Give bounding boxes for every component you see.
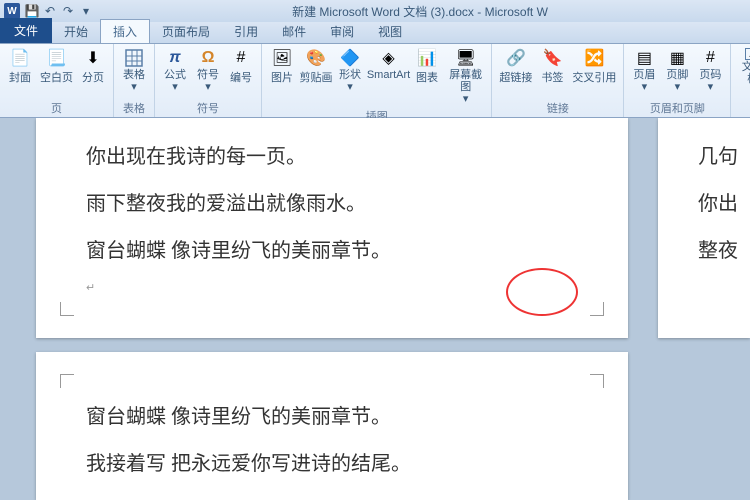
group-pages: 📄封面 📃空白页 ⬇分页 页 (0, 44, 114, 117)
header-icon: ▤ (634, 48, 654, 68)
tab-mailings[interactable]: 邮件 (270, 20, 318, 43)
picture-button[interactable]: 🖼图片 (266, 46, 298, 87)
pagenum-icon: # (700, 48, 720, 68)
tab-insert[interactable]: 插入 (100, 19, 150, 43)
crossref-icon: 🔀 (584, 48, 604, 68)
margin-corner-icon (590, 374, 604, 388)
word-app-icon: W (4, 3, 20, 19)
page-break-icon: ⬇ (83, 48, 103, 68)
doc-text-line[interactable]: 雨下整夜我的爱溢出就像雨水。 (86, 187, 578, 216)
page-break-button[interactable]: ⬇分页 (77, 46, 109, 87)
smartart-icon: ◈ (379, 48, 399, 68)
cover-page-button[interactable]: 📄封面 (4, 46, 36, 87)
hyperlink-button[interactable]: 🔗超链接 (496, 46, 535, 87)
shapes-icon: 🔷 (340, 48, 360, 68)
doc-text-line[interactable]: 窗台蝴蝶 像诗里纷飞的美丽章节。 (86, 234, 578, 263)
clipart-icon: 🎨 (306, 48, 326, 68)
equation-icon: π (165, 48, 185, 68)
group-label-pages: 页 (4, 99, 109, 117)
textbox-icon: A (745, 48, 750, 60)
textbox-button[interactable]: A文本框▾ (735, 46, 750, 99)
screenshot-icon: 🖥 (456, 48, 476, 68)
doc-text-line[interactable]: 我接着写 把永远爱你写进诗的结尾。 (86, 447, 578, 476)
footer-icon: ▦ (667, 48, 687, 68)
group-header-footer: ▤页眉▾ ▦页脚▾ #页码▾ 页眉和页脚 (624, 44, 731, 117)
tab-page-layout[interactable]: 页面布局 (150, 20, 222, 43)
margin-corner-icon (60, 302, 74, 316)
screenshot-button[interactable]: 🖥屏幕截图▾ (444, 46, 487, 107)
redo-icon[interactable]: ↷ (60, 3, 76, 19)
page-1[interactable]: 你出现在我诗的每一页。 雨下整夜我的爱溢出就像雨水。 窗台蝴蝶 像诗里纷飞的美丽… (36, 118, 628, 338)
tab-file[interactable]: 文件 (0, 18, 52, 43)
table-button[interactable]: 表格▾ (118, 46, 150, 95)
window-title: 新建 Microsoft Word 文档 (3).docx - Microsof… (94, 3, 746, 20)
blank-page-icon: 📃 (47, 48, 67, 68)
cover-page-icon: 📄 (10, 48, 30, 68)
chart-button[interactable]: 📊图表 (411, 46, 443, 87)
group-tables: 表格▾ 表格 (114, 44, 155, 117)
doc-text-line[interactable]: 几句 (698, 140, 750, 169)
hyperlink-icon: 🔗 (506, 48, 526, 68)
blank-page-button[interactable]: 📃空白页 (37, 46, 76, 87)
group-label-tables: 表格 (118, 99, 150, 117)
equation-button[interactable]: π公式▾ (159, 46, 191, 95)
header-button[interactable]: ▤页眉▾ (628, 46, 660, 95)
symbol-button[interactable]: Ω符号▾ (192, 46, 224, 95)
symbol-icon: Ω (198, 48, 218, 68)
group-illustrations: 🖼图片 🎨剪贴画 🔷形状▾ ◈SmartArt 📊图表 🖥屏幕截图▾ 插图 (262, 44, 492, 117)
footer-button[interactable]: ▦页脚▾ (661, 46, 693, 95)
group-links: 🔗超链接 🔖书签 🔀交叉引用 链接 (492, 44, 624, 117)
bookmark-icon: 🔖 (542, 48, 562, 68)
paragraph-mark: ↵ (86, 281, 578, 294)
ribbon-tabs: 文件 开始 插入 页面布局 引用 邮件 审阅 视图 (0, 22, 750, 44)
margin-corner-icon (60, 374, 74, 388)
group-label-links: 链接 (496, 99, 619, 117)
number-icon: # (231, 48, 251, 68)
undo-icon[interactable]: ↶ (42, 3, 58, 19)
crossref-button[interactable]: 🔀交叉引用 (569, 46, 619, 87)
qat-dropdown-icon[interactable]: ▾ (78, 3, 94, 19)
number-button[interactable]: #编号 (225, 46, 257, 87)
doc-text-line[interactable]: 你出 (698, 187, 750, 216)
bookmark-button[interactable]: 🔖书签 (536, 46, 568, 87)
document-workspace[interactable]: 你出现在我诗的每一页。 雨下整夜我的爱溢出就像雨水。 窗台蝴蝶 像诗里纷飞的美丽… (0, 118, 750, 500)
margin-corner-icon (590, 302, 604, 316)
tab-references[interactable]: 引用 (222, 20, 270, 43)
doc-text-line[interactable]: 你出现在我诗的每一页。 (86, 140, 578, 169)
shapes-button[interactable]: 🔷形状▾ (334, 46, 366, 95)
page-3[interactable]: 窗台蝴蝶 像诗里纷飞的美丽章节。 我接着写 把永远爱你写进诗的结尾。 (36, 352, 628, 500)
tab-review[interactable]: 审阅 (318, 20, 366, 43)
annotation-circle (506, 268, 578, 316)
ribbon: 📄封面 📃空白页 ⬇分页 页 表格▾ 表格 π公式▾ Ω符号▾ #编号 符号 🖼… (0, 44, 750, 118)
group-label-symbols: 符号 (159, 99, 257, 117)
group-text: A文本框▾ A艺 文 (731, 44, 750, 117)
tab-home[interactable]: 开始 (52, 20, 100, 43)
doc-text-line[interactable]: 整夜 (698, 234, 750, 263)
group-label-text: 文 (735, 99, 750, 117)
smartart-button[interactable]: ◈SmartArt (367, 46, 410, 83)
page-2[interactable]: 几句 你出 整夜 (658, 118, 750, 338)
tab-view[interactable]: 视图 (366, 20, 414, 43)
save-icon[interactable]: 💾 (24, 3, 40, 19)
pagenum-button[interactable]: #页码▾ (694, 46, 726, 95)
clipart-button[interactable]: 🎨剪贴画 (299, 46, 333, 87)
group-symbols: π公式▾ Ω符号▾ #编号 符号 (155, 44, 262, 117)
quick-access-toolbar: 💾 ↶ ↷ ▾ (24, 3, 94, 19)
doc-text-line[interactable]: 窗台蝴蝶 像诗里纷飞的美丽章节。 (86, 400, 578, 429)
chart-icon: 📊 (417, 48, 437, 68)
table-icon (124, 48, 144, 68)
picture-icon: 🖼 (272, 48, 292, 68)
group-label-header-footer: 页眉和页脚 (628, 99, 726, 117)
